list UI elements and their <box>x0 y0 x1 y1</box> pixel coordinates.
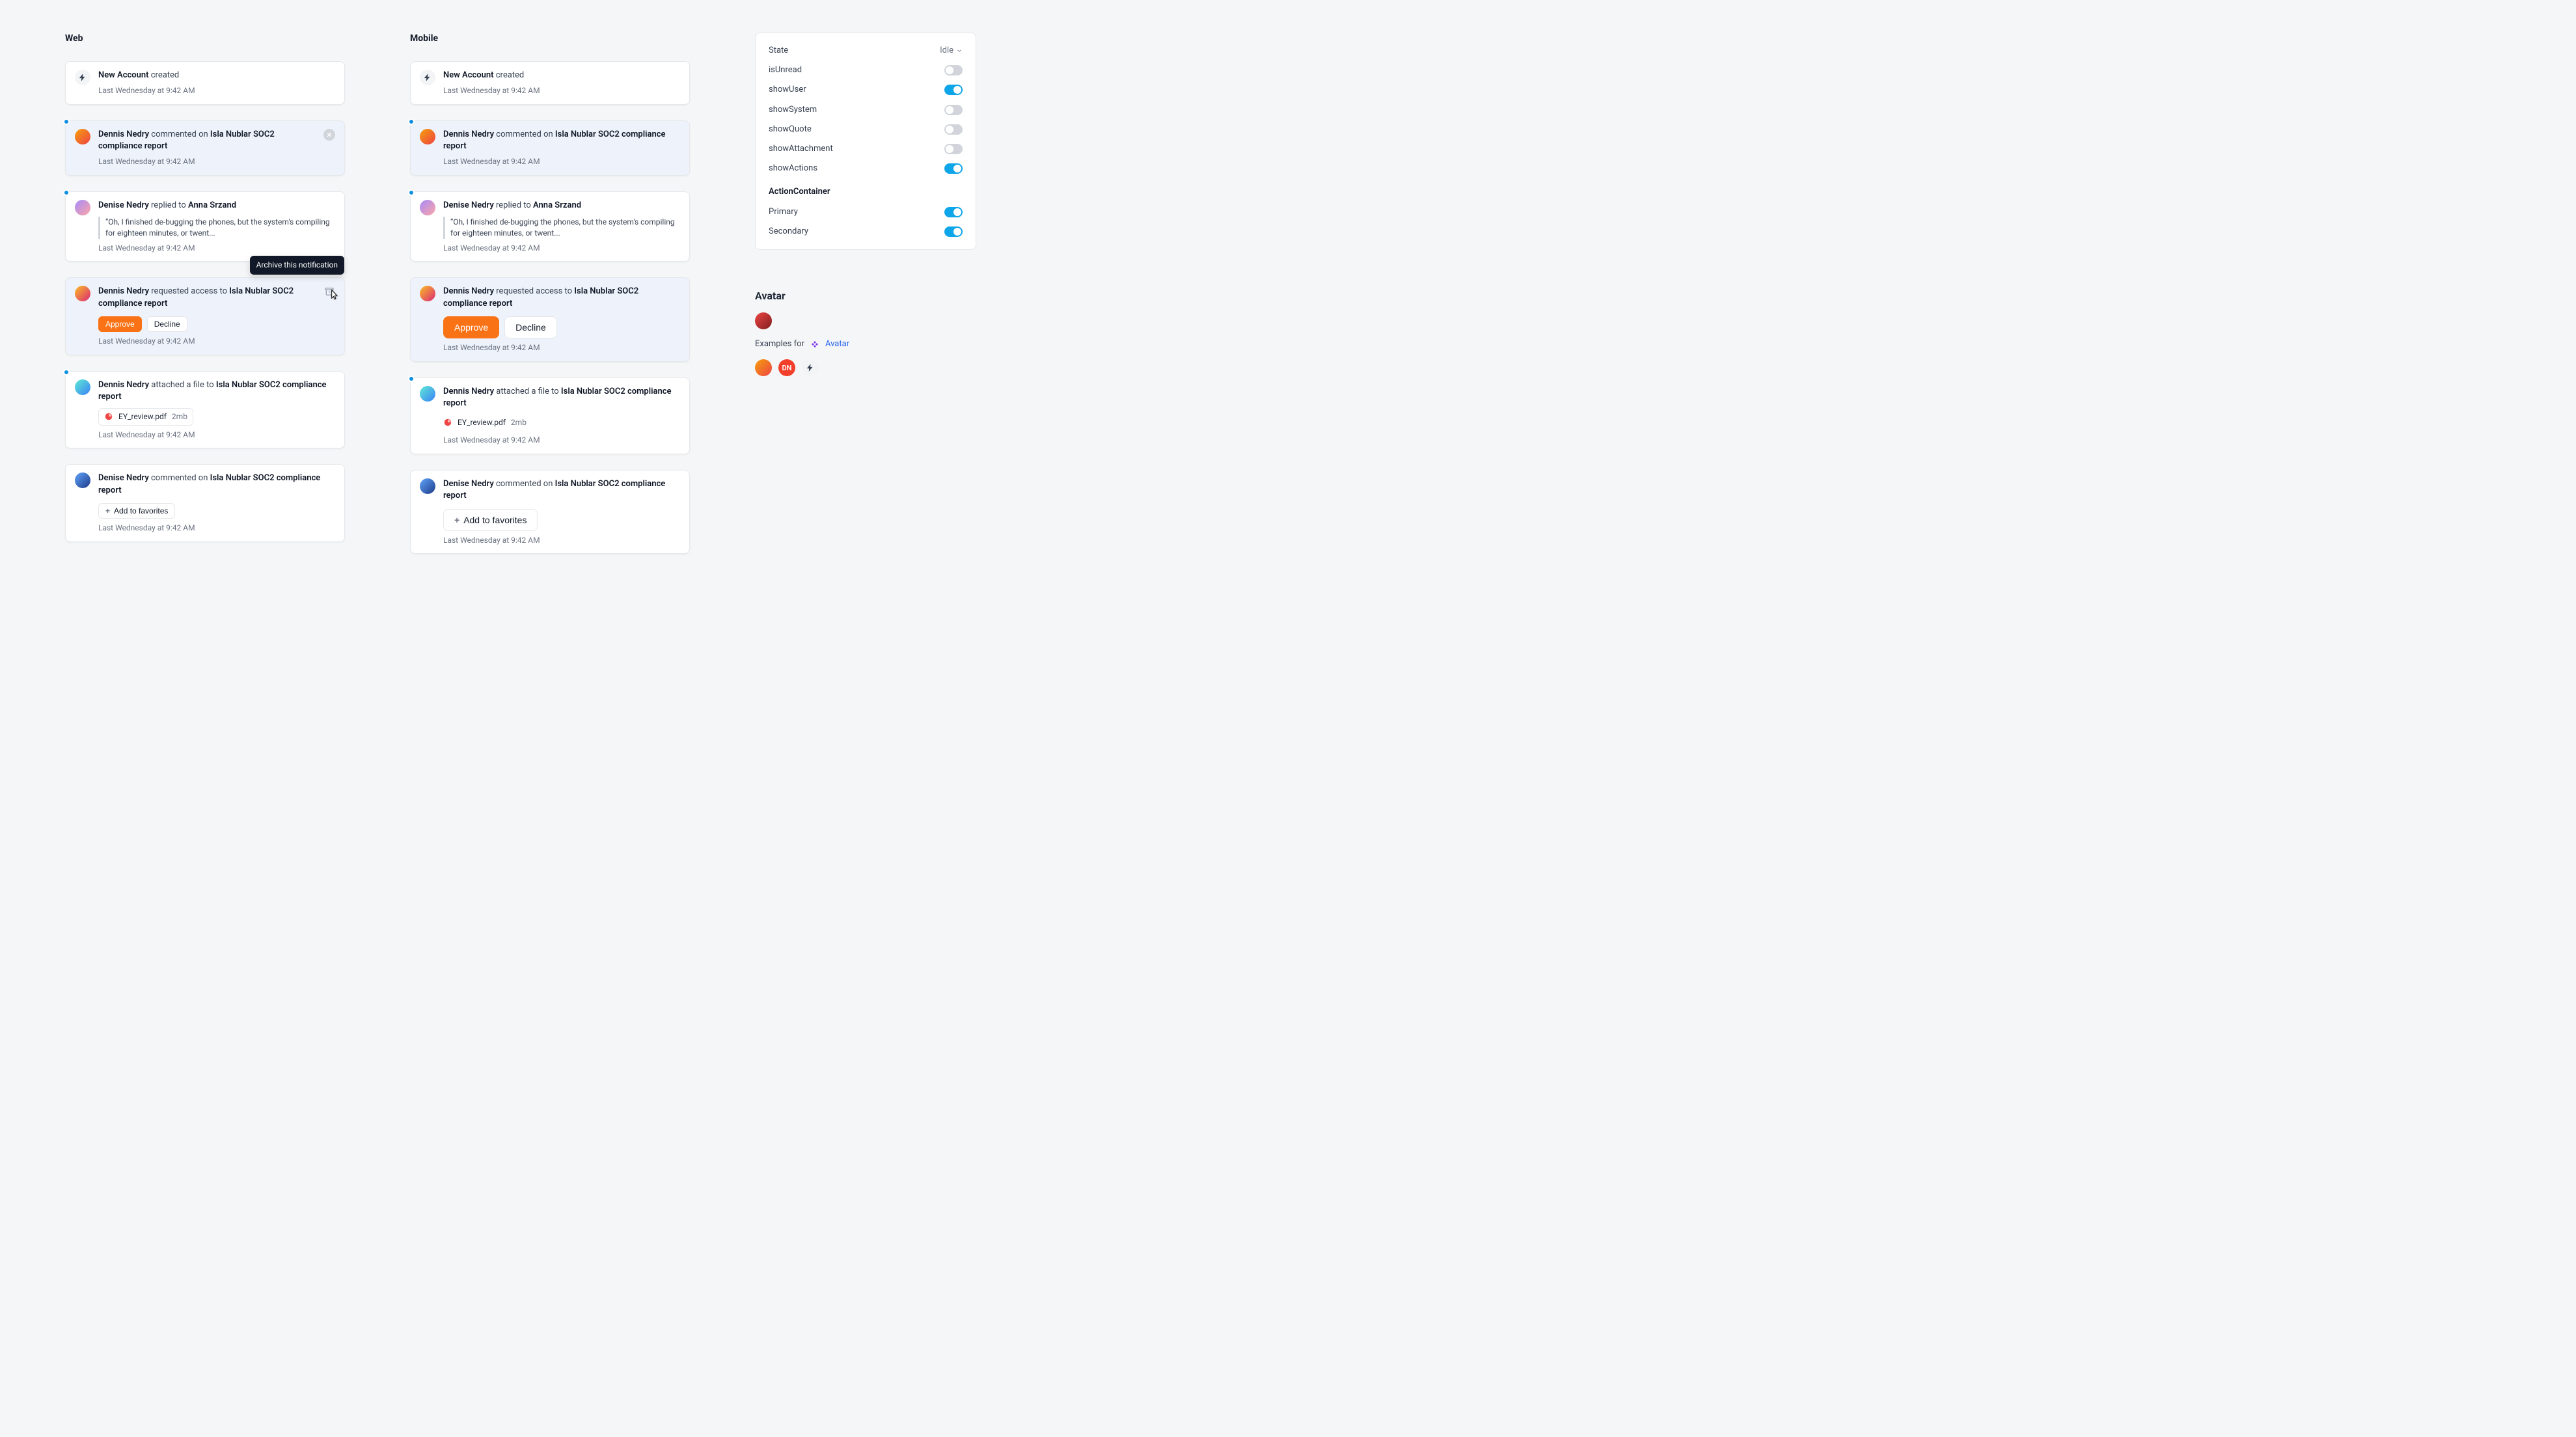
user-avatar <box>75 379 90 395</box>
archive-tooltip: Archive this notification <box>250 256 344 275</box>
unread-indicator-icon <box>63 118 70 125</box>
notification-access-request[interactable]: Archive this notification Dennis Nedry r… <box>65 277 345 355</box>
column-header-web: Web <box>65 33 345 46</box>
notification-title: Dennis Nedry attached a file to Isla Nub… <box>443 386 680 409</box>
notification-timestamp: Last Wednesday at 9:42 AM <box>98 85 335 96</box>
notification-title: Denise Nedry commented on Isla Nublar SO… <box>98 472 335 496</box>
user-avatar <box>420 129 435 144</box>
notification-title: New Account created <box>98 70 335 81</box>
toggle-primary[interactable] <box>944 207 963 217</box>
notification-timestamp: Last Wednesday at 9:42 AM <box>98 243 335 254</box>
notification-title: Denise Nedry commented on Isla Nublar SO… <box>443 478 680 502</box>
notification-favorite[interactable]: Denise Nedry commented on Isla Nublar SO… <box>65 464 345 541</box>
notification-title: Dennis Nedry attached a file to Isla Nub… <box>98 379 335 403</box>
notification-attachment[interactable]: Dennis Nedry attached a file to Isla Nub… <box>410 377 690 455</box>
notification-title: New Account created <box>443 70 680 81</box>
notification-timestamp: Last Wednesday at 9:42 AM <box>98 336 312 347</box>
chevron-down-icon <box>956 48 963 54</box>
unread-indicator-icon <box>408 189 415 196</box>
toggle-showquote[interactable] <box>944 124 963 135</box>
plus-icon: + <box>105 506 110 515</box>
attachment-filename: EY_review.pdf <box>118 411 167 422</box>
approve-button[interactable]: Approve <box>98 316 142 332</box>
avatar-examples-label: Examples for <box>755 338 804 350</box>
toggle-secondary[interactable] <box>944 226 963 237</box>
notification-timestamp: Last Wednesday at 9:42 AM <box>443 85 680 96</box>
user-avatar <box>75 129 90 144</box>
notification-favorite[interactable]: Denise Nedry commented on Isla Nublar SO… <box>410 470 690 554</box>
notification-quote: “Oh, I finished de-bugging the phones, b… <box>98 217 335 239</box>
column-header-mobile: Mobile <box>410 33 690 46</box>
add-to-favorites-button[interactable]: +Add to favorites <box>98 503 175 519</box>
avatar-link[interactable]: Avatar <box>825 338 849 350</box>
notification-comment[interactable]: Dennis Nedry commented on Isla Nublar SO… <box>65 120 345 176</box>
avatar-example-system <box>802 359 819 376</box>
attachment-filename: EY_review.pdf <box>458 417 506 428</box>
avatar-example-initials: DN <box>778 359 795 376</box>
user-avatar <box>420 478 435 494</box>
notification-title: Dennis Nedry commented on Isla Nublar SO… <box>98 129 312 152</box>
notification-timestamp: Last Wednesday at 9:42 AM <box>443 342 680 353</box>
notification-timestamp: Last Wednesday at 9:42 AM <box>98 430 335 441</box>
toggle-showuser[interactable] <box>944 85 963 95</box>
notification-timestamp: Last Wednesday at 9:42 AM <box>443 435 680 446</box>
avatar-example-photo <box>755 359 772 376</box>
notification-system-new-account[interactable]: New Account created Last Wednesday at 9:… <box>65 61 345 105</box>
section-actioncontainer: ActionContainer <box>769 186 963 198</box>
user-avatar <box>75 286 90 301</box>
notification-timestamp: Last Wednesday at 9:42 AM <box>443 535 680 546</box>
user-avatar <box>420 286 435 301</box>
state-value: Idle <box>940 45 953 57</box>
attachment-chip[interactable]: EY_review.pdf 2mb <box>98 408 193 426</box>
control-state[interactable]: State Idle <box>769 45 963 57</box>
component-icon <box>811 340 819 348</box>
notification-reply[interactable]: Denise Nedry replied to Anna Srzand “Oh,… <box>410 191 690 262</box>
add-to-favorites-button[interactable]: +Add to favorites <box>443 509 538 531</box>
toggle-showattachment[interactable] <box>944 144 963 154</box>
notification-access-request[interactable]: Dennis Nedry requested access to Isla Nu… <box>410 277 690 361</box>
attachment-size: 2mb <box>511 417 527 428</box>
notification-timestamp: Last Wednesday at 9:42 AM <box>443 156 680 167</box>
file-pdf-icon <box>104 412 113 421</box>
notification-title: Denise Nedry replied to Anna Srzand <box>98 200 335 212</box>
unread-indicator-icon <box>408 118 415 125</box>
user-avatar <box>420 200 435 215</box>
notification-timestamp: Last Wednesday at 9:42 AM <box>98 156 312 167</box>
notification-title: Dennis Nedry requested access to Isla Nu… <box>98 286 312 309</box>
user-avatar <box>75 200 90 215</box>
bolt-icon <box>420 70 435 85</box>
attachment-chip[interactable]: EY_review.pdf 2mb <box>443 415 532 431</box>
approve-button[interactable]: Approve <box>443 316 499 338</box>
decline-button[interactable]: Decline <box>504 316 557 338</box>
user-avatar <box>420 386 435 402</box>
avatar-heading: Avatar <box>755 289 976 303</box>
unread-indicator-icon <box>408 376 415 382</box>
avatar-preview <box>755 312 772 329</box>
notification-quote: “Oh, I finished de-bugging the phones, b… <box>443 217 680 239</box>
user-avatar <box>75 472 90 488</box>
controls-panel: State Idle isUnread showUser showSystem … <box>755 33 976 250</box>
notification-title: Dennis Nedry commented on Isla Nublar SO… <box>443 129 680 152</box>
bolt-icon <box>75 70 90 85</box>
notification-timestamp: Last Wednesday at 9:42 AM <box>98 523 335 534</box>
notification-reply[interactable]: Denise Nedry replied to Anna Srzand “Oh,… <box>65 191 345 262</box>
notification-title: Dennis Nedry requested access to Isla Nu… <box>443 286 680 309</box>
plus-icon: + <box>454 515 459 525</box>
decline-button[interactable]: Decline <box>147 316 187 332</box>
toggle-showsystem[interactable] <box>944 105 963 115</box>
attachment-size: 2mb <box>172 411 187 422</box>
toggle-isunread[interactable] <box>944 65 963 75</box>
notification-system-new-account[interactable]: New Account created Last Wednesday at 9:… <box>410 61 690 105</box>
file-pdf-icon <box>443 418 452 427</box>
notification-title: Denise Nedry replied to Anna Srzand <box>443 200 680 212</box>
notification-timestamp: Last Wednesday at 9:42 AM <box>443 243 680 254</box>
notification-attachment[interactable]: Dennis Nedry attached a file to Isla Nub… <box>65 371 345 449</box>
close-icon[interactable] <box>323 129 335 141</box>
notification-comment[interactable]: Dennis Nedry commented on Isla Nublar SO… <box>410 120 690 176</box>
archive-icon[interactable] <box>323 286 335 297</box>
unread-indicator-icon <box>63 189 70 196</box>
toggle-showactions[interactable] <box>944 163 963 174</box>
unread-indicator-icon <box>63 369 70 376</box>
